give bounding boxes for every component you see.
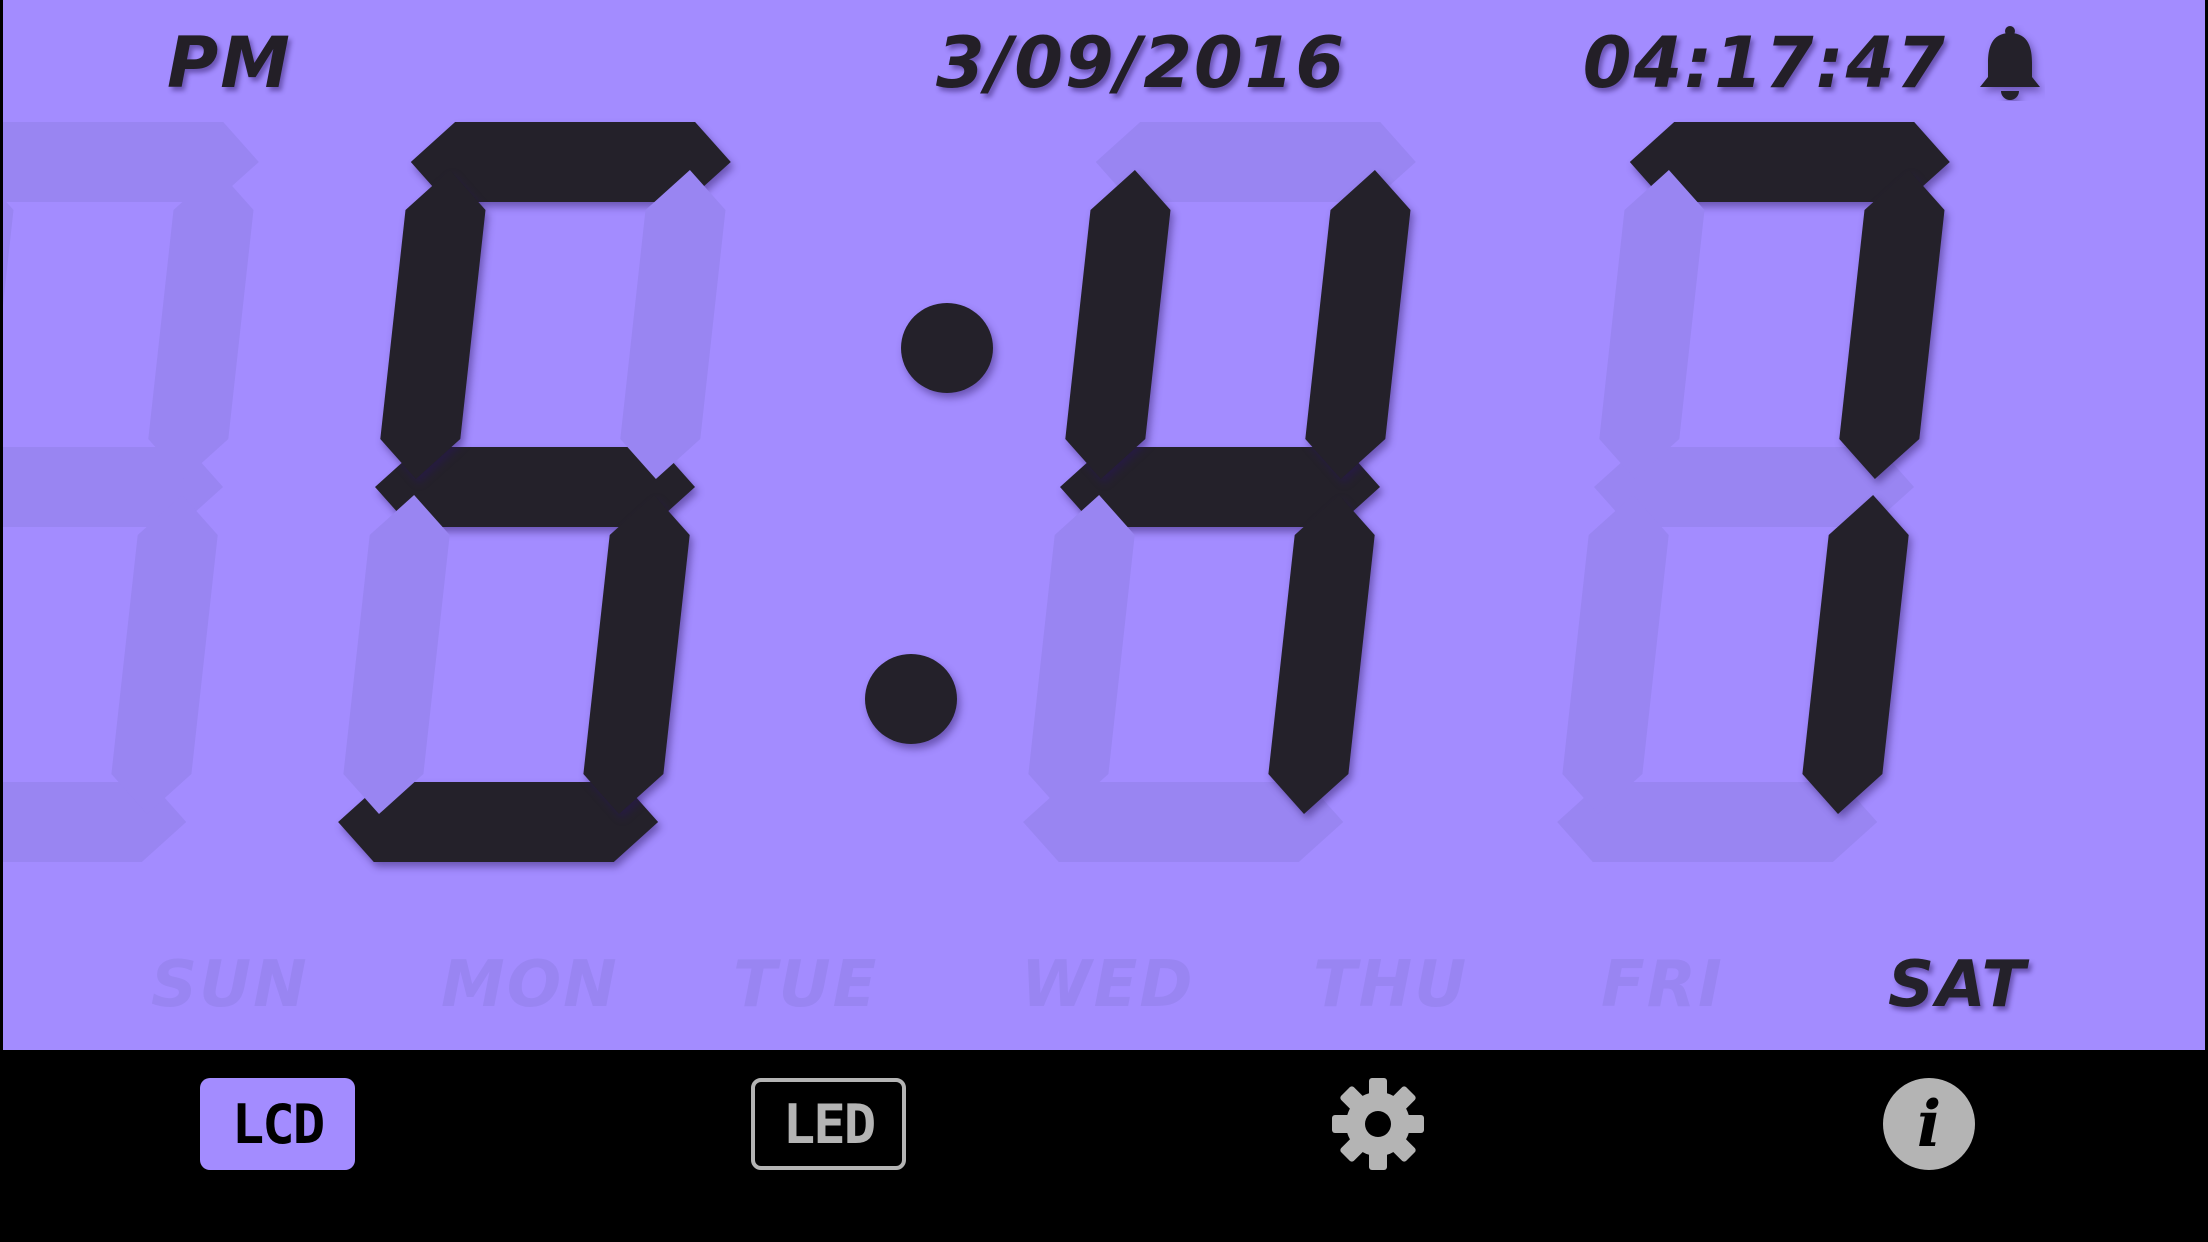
- digit-0-segment-c: [111, 495, 218, 814]
- digit-3-segment-f: [1599, 170, 1705, 479]
- digit-1-segment-c: [583, 495, 690, 814]
- info-button[interactable]: i: [1883, 1078, 1975, 1170]
- lcd-mode-button[interactable]: LCD: [200, 1078, 355, 1170]
- digit-1-segment-b: [620, 170, 726, 479]
- digit-2-segment-c: [1268, 495, 1375, 814]
- clock-display[interactable]: PM 3/09/2016 04:17:47 SUN MON TUE WED TH…: [3, 0, 2205, 1050]
- weekday-fri: FRI: [1601, 948, 1724, 1022]
- weekday-thu: THU: [1313, 948, 1469, 1022]
- weekday-sun: SUN: [151, 948, 309, 1022]
- digit-2-segment-b: [1305, 170, 1411, 479]
- digit-0-segment-f: [3, 198, 14, 306]
- led-mode-button[interactable]: LED: [751, 1078, 906, 1170]
- digit-2-segment-e: [1028, 495, 1135, 814]
- digit-1-segment-e: [343, 495, 450, 814]
- digit-1-segment-f: [380, 170, 486, 479]
- weekday-tue: TUE: [733, 948, 879, 1022]
- weekday-sat: SAT: [1888, 948, 2028, 1022]
- weekday-mon: MON: [441, 948, 619, 1022]
- weekday-row: SUN MON TUE WED THU FRI SAT: [3, 948, 2205, 1028]
- digit-3-segment-c: [1802, 495, 1909, 814]
- seven-segment-clock: [3, 122, 1950, 862]
- digit-3-segment-b: [1839, 170, 1945, 479]
- info-icon: i: [1916, 1086, 1942, 1162]
- gear-icon[interactable]: [1330, 1076, 1426, 1172]
- weekday-wed: WED: [1021, 948, 1195, 1022]
- digit-3-segment-e: [1562, 495, 1669, 814]
- colon-dot-top: [901, 303, 993, 393]
- digit-0-segment-b: [148, 170, 254, 479]
- bottom-toolbar: LCD LED i: [0, 1050, 2208, 1242]
- colon-dot-bottom: [865, 654, 957, 744]
- digit-2-segment-f: [1065, 170, 1171, 479]
